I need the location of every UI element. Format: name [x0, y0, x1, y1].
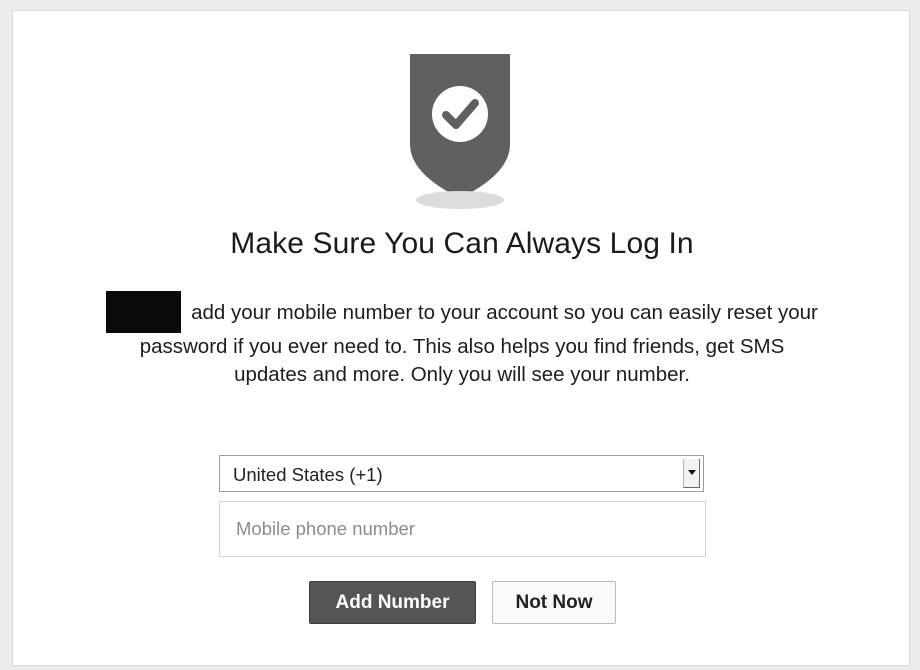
add-phone-dialog: Make Sure You Can Always Log In add your…: [12, 10, 910, 666]
shield-check-icon: [406, 52, 514, 222]
not-now-button[interactable]: Not Now: [492, 581, 616, 624]
mobile-phone-input[interactable]: [219, 501, 706, 557]
country-code-value: United States (+1): [233, 464, 383, 485]
redacted-name: [106, 291, 182, 333]
country-code-select[interactable]: United States (+1): [219, 455, 704, 492]
add-number-button[interactable]: Add Number: [309, 581, 476, 624]
chevron-down-icon[interactable]: [683, 459, 700, 488]
description-text: add your mobile number to your account s…: [139, 301, 818, 386]
dialog-description: add your mobile number to your account s…: [101, 291, 823, 389]
dialog-title: Make Sure You Can Always Log In: [230, 227, 694, 260]
